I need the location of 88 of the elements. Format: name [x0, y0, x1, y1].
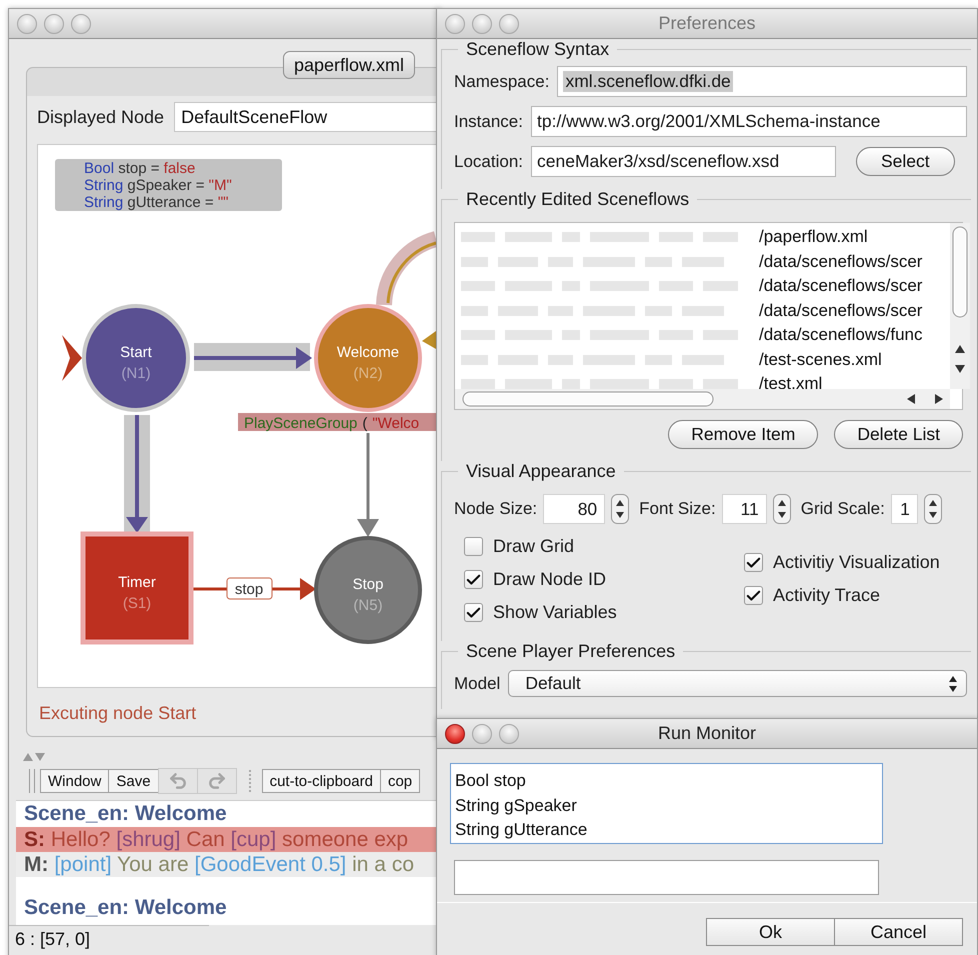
split-arrows-icon[interactable]	[23, 752, 45, 761]
updown-icon	[948, 674, 958, 692]
recent-file-item[interactable]: /data/sceneflows/scer	[455, 298, 950, 323]
toolbar-button[interactable]: cop	[380, 769, 420, 793]
node-label: Stop	[352, 576, 384, 593]
field-label: Namespace:	[454, 72, 550, 92]
stepper-icon[interactable]	[924, 494, 942, 524]
variable-line: String gUtterance = ""	[84, 194, 230, 211]
number-field[interactable]: 1	[890, 494, 918, 524]
input-field[interactable]	[454, 860, 879, 895]
node-id: (S1)	[122, 595, 152, 612]
scene-heading: Scene_en: Welcome	[24, 895, 228, 921]
select-button[interactable]: Select	[856, 147, 955, 176]
recent-file-item[interactable]: /data/sceneflows/scer	[455, 250, 950, 274]
minimize-button[interactable]	[472, 724, 492, 744]
location-field[interactable]: ceneMaker3/xsd/sceneflow.xsd	[531, 146, 836, 177]
command-label: PlaySceneGroup ( "Welco	[238, 413, 439, 432]
redo-icon	[206, 771, 227, 791]
recent-file-item[interactable]: /data/sceneflows/scer	[455, 274, 950, 298]
status-message: Excuting node Start	[39, 703, 198, 724]
node-id: (N1)	[121, 365, 151, 382]
variable-item[interactable]: String gUtterance	[455, 818, 882, 842]
minimize-button[interactable]	[44, 14, 64, 34]
field-label: Instance:	[454, 112, 523, 132]
dialog-button[interactable]: Cancel	[834, 918, 963, 946]
window-title: Preferences	[657, 13, 757, 34]
number-field[interactable]: 11	[722, 494, 767, 524]
checkbox[interactable]	[744, 586, 763, 605]
section-title: Sceneflow Syntax	[465, 39, 610, 60]
scene-heading: Scene_en: Welcome	[24, 801, 228, 827]
zoom-button[interactable]	[71, 14, 91, 34]
instance-field[interactable]: tp://www.w3.org/2001/XMLSchema-instance	[531, 106, 967, 137]
flow-node[interactable]	[314, 536, 422, 644]
cursor-position: 6 : [57, 0]	[9, 925, 209, 950]
checkbox-label: Activitiy Visualization	[773, 552, 940, 573]
flow-node[interactable]	[80, 532, 194, 644]
transition-label: stop	[226, 578, 272, 600]
namespace-field[interactable]: xml.sceneflow.dfki.de	[557, 66, 967, 97]
variable-line: String gSpeaker = "M"	[84, 177, 233, 194]
field-label: Location:	[454, 152, 523, 172]
checkbox-label: Show Variables	[493, 602, 617, 623]
zoom-button[interactable]	[499, 724, 519, 744]
spinner-label: Font Size:	[639, 499, 716, 519]
file-tab[interactable]: paperflow.xml	[283, 51, 416, 79]
variable-item[interactable]: String gSpeaker	[455, 794, 882, 818]
vertical-scrollbar[interactable]	[950, 223, 970, 389]
node-id: (N2)	[353, 365, 383, 382]
field-label: Model	[454, 674, 500, 694]
variable-item[interactable]: Bool stop	[455, 769, 882, 794]
checkbox-label: Activity Trace	[773, 585, 880, 606]
undo-icon	[168, 771, 188, 791]
spinner-label: Node Size:	[454, 499, 538, 519]
displayed-node-field[interactable]: DefaultSceneFlow	[174, 102, 439, 132]
section-title: Visual Appearance	[465, 461, 617, 482]
close-button[interactable]	[445, 724, 465, 744]
horizontal-scrollbar[interactable]	[455, 389, 950, 409]
node-label: Welcome	[336, 344, 400, 361]
flow-node[interactable]	[314, 304, 422, 412]
variable-line: Bool stop = false	[84, 160, 196, 177]
toolbar-button[interactable]: Save	[108, 769, 159, 793]
zoom-button[interactable]	[499, 14, 519, 34]
number-field[interactable]: 80	[543, 494, 606, 524]
checkbox[interactable]	[464, 603, 483, 622]
spinner-label: Grid Scale:	[800, 499, 885, 519]
toolbar-button[interactable]: cut-to-clipboard	[262, 769, 381, 793]
checkbox[interactable]	[464, 537, 483, 556]
node-label: Start	[120, 344, 152, 361]
node-id: (N5)	[353, 597, 383, 614]
section-title: Scene Player Preferences	[465, 641, 676, 662]
field-label: Displayed Node	[37, 106, 164, 128]
recent-file-item[interactable]: /data/sceneflows/func	[455, 323, 950, 348]
node-label: Timer	[118, 574, 156, 591]
recent-file-item[interactable]: /paperflow.xml	[455, 225, 950, 250]
stepper-icon[interactable]	[611, 494, 630, 524]
window-title: Run Monitor	[656, 723, 758, 744]
checkbox-label: Draw Grid	[493, 536, 574, 557]
list-button[interactable]: Remove Item	[668, 420, 818, 449]
stepper-icon[interactable]	[772, 494, 791, 524]
minimize-button[interactable]	[472, 14, 492, 34]
checkbox[interactable]	[744, 553, 763, 572]
checkbox-label: Draw Node ID	[493, 569, 606, 590]
dialog-button[interactable]: Ok	[706, 918, 835, 946]
checkbox[interactable]	[464, 570, 483, 589]
model-select[interactable]: Default	[508, 670, 967, 697]
section-title: Recently Edited Sceneflows	[465, 189, 690, 210]
toolbar-button[interactable]: Window	[40, 769, 110, 793]
list-button[interactable]: Delete List	[834, 420, 963, 449]
recent-file-item[interactable]: /test-scenes.xml	[455, 348, 950, 372]
